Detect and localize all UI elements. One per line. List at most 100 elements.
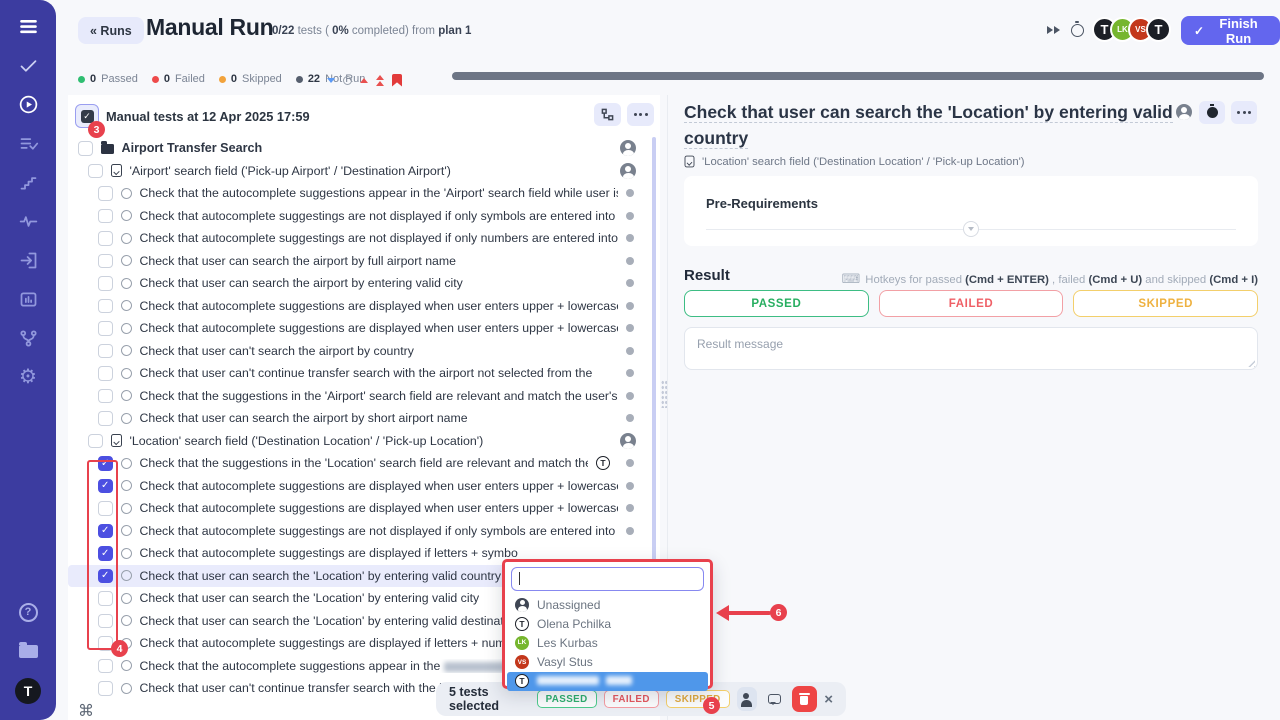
test-row[interactable]: Check that user can't continue transfer … xyxy=(68,362,650,385)
assignee-search-input[interactable] xyxy=(511,567,704,591)
flag-icon[interactable] xyxy=(392,74,402,87)
projects-folder-icon[interactable] xyxy=(16,639,40,663)
test-row[interactable]: Check that the suggestions in the 'Airpo… xyxy=(68,385,650,408)
row-checkbox[interactable] xyxy=(98,299,113,314)
fast-forward-icon[interactable] xyxy=(1047,26,1060,34)
row-checkbox[interactable] xyxy=(98,411,113,426)
tree-more-button[interactable] xyxy=(627,103,654,126)
row-checkbox[interactable] xyxy=(98,321,113,336)
priority-dot-icon xyxy=(626,459,634,467)
assign-user-button[interactable] xyxy=(737,687,758,711)
assignee-avatar-icon[interactable] xyxy=(620,163,636,179)
test-row[interactable]: Check that user can't search the airport… xyxy=(68,340,650,363)
reports-chart-icon[interactable] xyxy=(16,287,40,311)
assignee-avatar-icon[interactable] xyxy=(620,433,636,449)
avatar[interactable]: T xyxy=(1146,17,1171,42)
test-row[interactable]: Check that autocomplete suggestions are … xyxy=(68,497,650,520)
row-checkbox[interactable] xyxy=(88,434,103,449)
dropdown-option[interactable]: LKLes Kurbas xyxy=(511,633,704,652)
test-row[interactable]: Check that the suggestions in the 'Locat… xyxy=(68,452,650,475)
row-checkbox[interactable] xyxy=(98,569,113,584)
result-message-wrap xyxy=(684,327,1258,370)
bulk-failed-pill[interactable]: FAILED xyxy=(604,690,659,708)
tree-suite-row[interactable]: 'Location' search field ('Destination Lo… xyxy=(68,430,650,453)
test-row[interactable]: Check that autocomplete suggestings are … xyxy=(68,227,650,250)
checkmark-icon[interactable] xyxy=(16,53,40,77)
test-row[interactable]: Check that autocomplete suggestions are … xyxy=(68,317,650,340)
skipped-button[interactable]: SKIPPED xyxy=(1073,290,1258,317)
assignee-t-avatar[interactable]: T xyxy=(596,456,610,470)
test-row[interactable]: Check that user can search the airport b… xyxy=(68,250,650,273)
test-row[interactable]: Check that user can search the airport b… xyxy=(68,272,650,295)
passed-button[interactable]: PASSED xyxy=(684,290,869,317)
detail-timer-button[interactable] xyxy=(1199,101,1225,124)
row-checkbox[interactable] xyxy=(98,254,113,269)
row-checkbox[interactable] xyxy=(78,141,93,156)
row-checkbox[interactable] xyxy=(98,344,113,359)
test-row[interactable]: Check that user can search the airport b… xyxy=(68,407,650,430)
row-checkbox[interactable] xyxy=(98,479,113,494)
priority-dot-icon xyxy=(626,324,634,332)
row-label: Check that the autocomplete suggestions … xyxy=(140,186,619,200)
back-to-runs-button[interactable]: « Runs xyxy=(78,17,144,44)
detail-more-button[interactable] xyxy=(1231,101,1257,124)
collapse-toggle[interactable] xyxy=(963,221,979,237)
delete-button[interactable] xyxy=(792,686,818,712)
row-checkbox[interactable] xyxy=(98,681,113,696)
double-chevron-up-icon[interactable] xyxy=(376,75,384,86)
timer-icon[interactable] xyxy=(1071,24,1084,37)
row-checkbox[interactable] xyxy=(98,231,113,246)
row-checkbox[interactable] xyxy=(98,389,113,404)
tree-suite-row[interactable]: 'Airport' search field ('Pick-up Airport… xyxy=(68,160,650,183)
comment-button[interactable] xyxy=(764,687,785,711)
test-row[interactable]: Check that autocomplete suggestings are … xyxy=(68,520,650,543)
circle-icon[interactable] xyxy=(343,76,352,85)
menu-icon[interactable] xyxy=(16,14,40,38)
profile-avatar[interactable]: T xyxy=(15,678,41,704)
branch-icon[interactable] xyxy=(16,326,40,350)
finish-run-button[interactable]: Finish Run xyxy=(1181,16,1280,45)
enter-box-icon[interactable] xyxy=(16,248,40,272)
progress-plan-link[interactable]: plan 1 xyxy=(438,25,471,37)
tree-folder-row[interactable]: Airport Transfer Search xyxy=(68,137,650,160)
row-checkbox[interactable] xyxy=(98,614,113,629)
dropdown-option[interactable]: VSVasyl Stus xyxy=(511,653,704,672)
failed-button[interactable]: FAILED xyxy=(879,290,1064,317)
test-runs-icon[interactable] xyxy=(16,92,40,116)
result-message-input[interactable] xyxy=(684,327,1258,370)
test-cases-icon[interactable] xyxy=(16,131,40,155)
row-checkbox[interactable] xyxy=(98,591,113,606)
bulk-skipped-pill[interactable]: SKIPPED xyxy=(666,690,730,708)
test-row[interactable]: Check that autocomplete suggestions are … xyxy=(68,475,650,498)
row-checkbox[interactable] xyxy=(98,276,113,291)
tree-view-toggle-button[interactable] xyxy=(594,103,621,126)
row-checkbox[interactable] xyxy=(98,659,113,674)
row-checkbox[interactable] xyxy=(98,366,113,381)
comment-icon xyxy=(768,694,781,704)
row-checkbox[interactable] xyxy=(98,546,113,561)
row-checkbox[interactable] xyxy=(88,164,103,179)
bulk-passed-pill[interactable]: PASSED xyxy=(537,690,597,708)
steps-icon[interactable] xyxy=(16,170,40,194)
chevron-down-icon[interactable] xyxy=(327,78,335,83)
row-checkbox[interactable] xyxy=(98,524,113,539)
row-checkbox[interactable] xyxy=(98,186,113,201)
dropdown-option[interactable]: TOlena Pchilka xyxy=(511,614,704,633)
test-row[interactable]: Check that the autocomplete suggestions … xyxy=(68,182,650,205)
status-circle-icon xyxy=(121,233,132,244)
row-checkbox[interactable] xyxy=(98,209,113,224)
activity-icon[interactable] xyxy=(16,209,40,233)
progress-ratio: 0/22 xyxy=(272,25,294,37)
close-bulk-bar-button[interactable]: × xyxy=(824,691,833,708)
help-icon[interactable]: ? xyxy=(16,600,40,624)
dropdown-option-redacted[interactable]: T xyxy=(507,672,708,691)
test-row[interactable]: Check that autocomplete suggestions are … xyxy=(68,295,650,318)
row-checkbox[interactable] xyxy=(98,501,113,516)
test-row[interactable]: Check that autocomplete suggestings are … xyxy=(68,205,650,228)
detail-assignee-avatar-icon[interactable] xyxy=(1176,104,1192,120)
assignee-avatar-icon[interactable] xyxy=(620,140,636,156)
dropdown-option-unassigned[interactable]: Unassigned xyxy=(511,595,704,614)
chevron-up-icon[interactable] xyxy=(360,78,368,83)
settings-gear-icon[interactable] xyxy=(16,365,40,389)
row-checkbox[interactable] xyxy=(98,456,113,471)
